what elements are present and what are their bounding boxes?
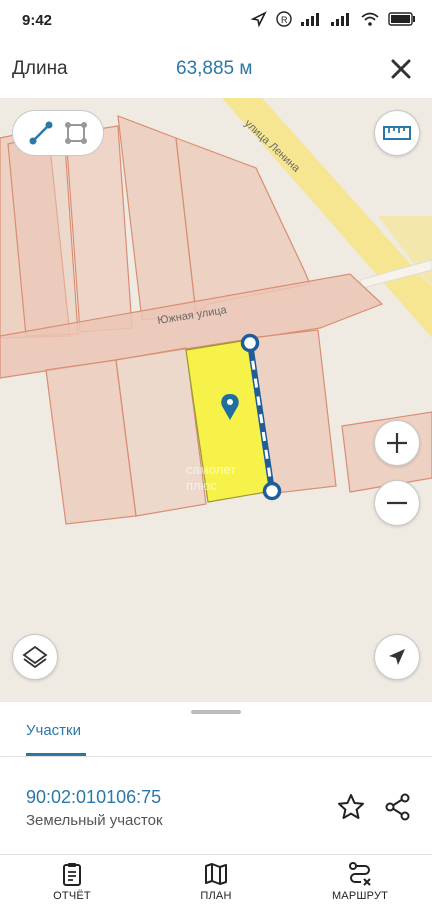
- minus-icon: [387, 501, 407, 505]
- zoom-in-button[interactable]: [374, 420, 420, 466]
- watermark-text-1: самолет: [186, 462, 236, 477]
- map-view[interactable]: Южная улица улица Ленина самолет плюс: [0, 98, 432, 702]
- bottom-navigation: ОТЧЁТ ПЛАН МАРШРУТ: [0, 854, 432, 910]
- navigation-arrow-icon: [389, 649, 405, 665]
- status-icons: R: [250, 10, 416, 28]
- measure-point-start: [240, 333, 260, 353]
- location-arrow-icon: [250, 11, 267, 28]
- nav-report[interactable]: ОТЧЁТ: [22, 861, 122, 902]
- zoom-out-button[interactable]: [374, 480, 420, 526]
- status-bar: 9:42 R: [0, 0, 432, 40]
- svg-text:R: R: [281, 15, 288, 25]
- parcel-cadastral-number[interactable]: 90:02:010106:75: [26, 787, 161, 808]
- map-icon: [205, 863, 227, 885]
- battery-icon: [388, 12, 415, 26]
- line-measure-icon[interactable]: [27, 119, 55, 147]
- wifi-icon: [361, 12, 379, 26]
- plus-icon: [387, 433, 407, 453]
- registered-icon: R: [276, 11, 292, 27]
- ruler-button[interactable]: [374, 110, 420, 156]
- nav-plan[interactable]: ПЛАН: [166, 861, 266, 902]
- route-icon: [349, 862, 371, 886]
- nav-plan-label: ПЛАН: [200, 890, 232, 902]
- area-measure-icon[interactable]: [62, 119, 90, 147]
- tab-parcels[interactable]: Участки: [26, 722, 81, 739]
- my-location-button[interactable]: [374, 634, 420, 680]
- parcel-type-label: Земельный участок: [26, 812, 163, 829]
- nav-route-label: МАРШРУТ: [331, 890, 389, 902]
- tabs-divider: [0, 756, 432, 757]
- signal-icon-2: [331, 13, 349, 26]
- length-value: 63,885 м: [176, 58, 253, 79]
- signal-icon: [301, 13, 319, 26]
- header-title: Длина: [12, 58, 68, 79]
- status-time: 9:42: [22, 11, 53, 29]
- measure-point-end: [262, 481, 282, 501]
- nav-route[interactable]: МАРШРУТ: [310, 861, 410, 902]
- watermark-text-2: плюс: [186, 478, 217, 493]
- nav-report-label: ОТЧЁТ: [53, 890, 91, 902]
- star-icon[interactable]: [336, 792, 366, 822]
- clipboard-icon: [63, 863, 81, 886]
- sheet-handle[interactable]: [191, 710, 241, 714]
- close-icon[interactable]: [388, 56, 414, 82]
- map-canvas[interactable]: Южная улица улица Ленина самолет плюс: [0, 98, 432, 702]
- ruler-icon: [383, 126, 411, 140]
- layers-icon: [22, 645, 48, 669]
- measure-mode-toggle[interactable]: [12, 110, 104, 156]
- layers-button[interactable]: [12, 634, 58, 680]
- measure-header: Длина 63,885 м: [0, 40, 432, 98]
- share-icon[interactable]: [383, 792, 413, 822]
